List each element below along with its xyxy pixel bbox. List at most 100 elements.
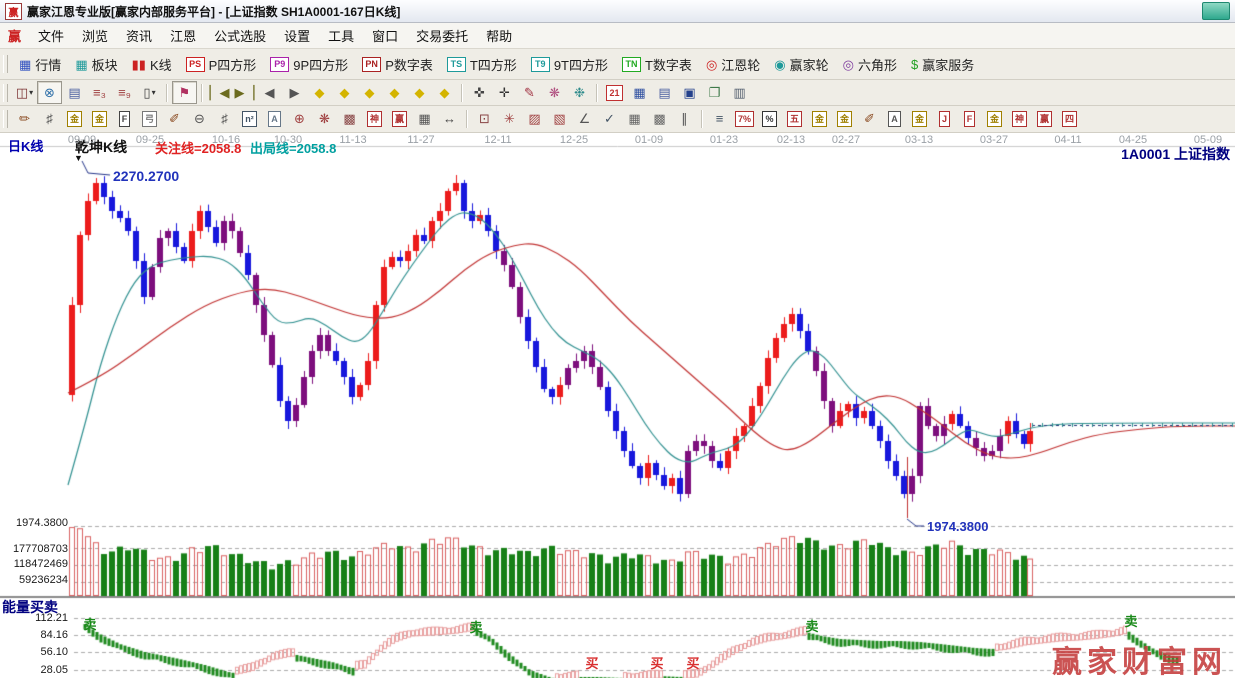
toolbar-button-T数字表[interactable]: TNT数字表 — [615, 53, 699, 76]
j-angle-icon[interactable]: J — [932, 108, 957, 131]
measure-horizontal-icon[interactable]: ↔ — [437, 108, 462, 131]
shen-angle-icon[interactable]: 神 — [1007, 108, 1032, 131]
toolbar-button-9T四方形[interactable]: T99T四方形 — [524, 53, 615, 76]
compass-icon[interactable]: ⊖ — [187, 108, 212, 131]
fan-box-icon[interactable]: ▨ — [522, 108, 547, 131]
gold-ruler-1-icon[interactable]: 金 — [62, 108, 87, 131]
calculator-icon[interactable]: ▦ — [627, 81, 652, 104]
calendar-icon[interactable]: 21 — [602, 81, 627, 104]
candle-style-icon[interactable]: ▯▾ — [137, 81, 162, 104]
step-back-icon[interactable]: ◀ — [257, 81, 282, 104]
menu-item-文件[interactable]: 文件 — [29, 26, 73, 47]
gann-circle-icon[interactable]: ⊕ — [287, 108, 312, 131]
pencil-3-icon[interactable]: ✐ — [857, 108, 882, 131]
square-web-icon[interactable]: ▩ — [337, 108, 362, 131]
window-control-button[interactable] — [1202, 2, 1230, 20]
gann-web-tool-icon[interactable]: ❋ — [542, 81, 567, 104]
bow-tool-icon[interactable]: 弓 — [137, 108, 162, 131]
grid-tool-2-icon[interactable]: ▩ — [647, 108, 672, 131]
box-tool-icon[interactable]: ⊡ — [472, 108, 497, 131]
price-axis-label: 1974.3800 — [0, 517, 68, 529]
save-icon[interactable]: ▣ — [677, 81, 702, 104]
x-box-icon[interactable]: ▧ — [547, 108, 572, 131]
menu-item-帮助[interactable]: 帮助 — [477, 26, 521, 47]
toolbar-button-赢家轮[interactable]: ◉赢家轮 — [767, 53, 835, 76]
gold-underline-icon[interactable]: 金 — [907, 108, 932, 131]
zoom-tool-1-icon[interactable]: ◆ — [307, 81, 332, 104]
report-icon[interactable]: ▤ — [652, 81, 677, 104]
parallel-lines-icon[interactable]: ∥ — [672, 108, 697, 131]
gold-circle-icon[interactable]: 金 — [807, 108, 832, 131]
print-icon[interactable]: ▥ — [727, 81, 752, 104]
ying-angle-icon[interactable]: 赢 — [1032, 108, 1057, 131]
hand-tool-icon[interactable]: ✜ — [467, 81, 492, 104]
color-flag-icon[interactable]: ⚑ — [172, 81, 197, 104]
toolbar-button-9P四方形[interactable]: P99P四方形 — [263, 53, 355, 76]
bars-3-icon[interactable]: ≡₃ — [87, 81, 112, 104]
f-ruler-icon[interactable]: F — [112, 108, 137, 131]
pencil-2-icon[interactable]: ✐ — [162, 108, 187, 131]
percent-icon[interactable]: % — [757, 108, 782, 131]
toolbar-grip[interactable] — [3, 55, 8, 73]
menu-item-窗口[interactable]: 窗口 — [363, 26, 407, 47]
zoom-tool-2-icon[interactable]: ◆ — [332, 81, 357, 104]
steps-tool-icon[interactable]: ≡ — [707, 108, 732, 131]
zoom-tool-3-icon[interactable]: ◆ — [357, 81, 382, 104]
four-angle-icon[interactable]: 四 — [1057, 108, 1082, 131]
menu-item-公式选股[interactable]: 公式选股 — [205, 26, 275, 47]
pencil-icon[interactable]: ✏ — [12, 108, 37, 131]
skip-start-icon[interactable]: ▏◀ — [207, 81, 232, 104]
menu-item-工具[interactable]: 工具 — [319, 26, 363, 47]
toolbar-button-赢家服务[interactable]: $赢家服务 — [904, 53, 981, 76]
draw-tool-icon[interactable]: ✎ — [517, 81, 542, 104]
angle-tool-icon[interactable]: ∠ — [572, 108, 597, 131]
toolbar-button-板块[interactable]: ▦板块 — [68, 53, 124, 76]
grid-tool-icon[interactable]: ▦ — [622, 108, 647, 131]
toolbar-button-P四方形[interactable]: PSP四方形 — [179, 53, 264, 76]
copy-icon[interactable]: ❐ — [702, 81, 727, 104]
toolbar-button-K线[interactable]: ▮▮K线 — [125, 53, 179, 76]
menu-item-设置[interactable]: 设置 — [275, 26, 319, 47]
menu-item-资讯[interactable]: 资讯 — [117, 26, 161, 47]
network-icon[interactable]: ⊗ — [37, 81, 62, 104]
skip-end-icon[interactable]: ▶▕ — [232, 81, 257, 104]
period-label[interactable]: 日K线 — [8, 136, 43, 155]
kline-chart-canvas[interactable] — [0, 133, 1235, 678]
toolbar-grip[interactable] — [3, 110, 8, 128]
bars-9-icon[interactable]: ≡₉ — [112, 81, 137, 104]
step-forward-icon[interactable]: ▶ — [282, 81, 307, 104]
a-fan-icon[interactable]: A — [262, 108, 287, 131]
fan-lines-icon[interactable]: ✳ — [497, 108, 522, 131]
spider-web-icon[interactable]: ❋ — [312, 108, 337, 131]
ruler-123-icon[interactable]: ▦ — [412, 108, 437, 131]
gold-ruler-2-icon[interactable]: 金 — [87, 108, 112, 131]
toolbar-button-P数字表[interactable]: PNP数字表 — [355, 53, 440, 76]
period-selector-icon[interactable]: ◫▾ — [12, 81, 37, 104]
zoom-tool-5-icon[interactable]: ◆ — [407, 81, 432, 104]
clipboard-icon[interactable]: ▤ — [62, 81, 87, 104]
analysis-tool-icon[interactable]: ❉ — [567, 81, 592, 104]
percent-7-icon[interactable]: 7% — [732, 108, 757, 131]
hash-2-icon[interactable]: ♯ — [212, 108, 237, 131]
hash-ruler-icon[interactable]: ♯ — [37, 108, 62, 131]
ying-tool-icon[interactable]: 赢 — [387, 108, 412, 131]
toolbar-button-行情[interactable]: ▦行情 — [12, 53, 68, 76]
crosshair-tool-icon[interactable]: ✛ — [492, 81, 517, 104]
menu-item-交易委托[interactable]: 交易委托 — [407, 26, 477, 47]
menu-item-江恩[interactable]: 江恩 — [161, 26, 205, 47]
five-line-icon[interactable]: 五 — [782, 108, 807, 131]
gold-angle-icon[interactable]: 金 — [982, 108, 1007, 131]
toolbar-button-T四方形[interactable]: TST四方形 — [440, 53, 524, 76]
f-angle-icon[interactable]: F — [957, 108, 982, 131]
gold-line-icon[interactable]: 金 — [832, 108, 857, 131]
toolbar-button-六角形[interactable]: ◎六角形 — [836, 53, 904, 76]
zoom-tool-4-icon[interactable]: ◆ — [382, 81, 407, 104]
toolbar-grip[interactable] — [3, 84, 8, 102]
n-squared-icon[interactable]: n² — [237, 108, 262, 131]
toolbar-button-江恩轮[interactable]: ◎江恩轮 — [699, 53, 767, 76]
a-channel-icon[interactable]: A — [882, 108, 907, 131]
menu-item-浏览[interactable]: 浏览 — [73, 26, 117, 47]
shen-tool-icon[interactable]: 神 — [362, 108, 387, 131]
check-lines-icon[interactable]: ✓ — [597, 108, 622, 131]
zoom-tool-6-icon[interactable]: ◆ — [432, 81, 457, 104]
